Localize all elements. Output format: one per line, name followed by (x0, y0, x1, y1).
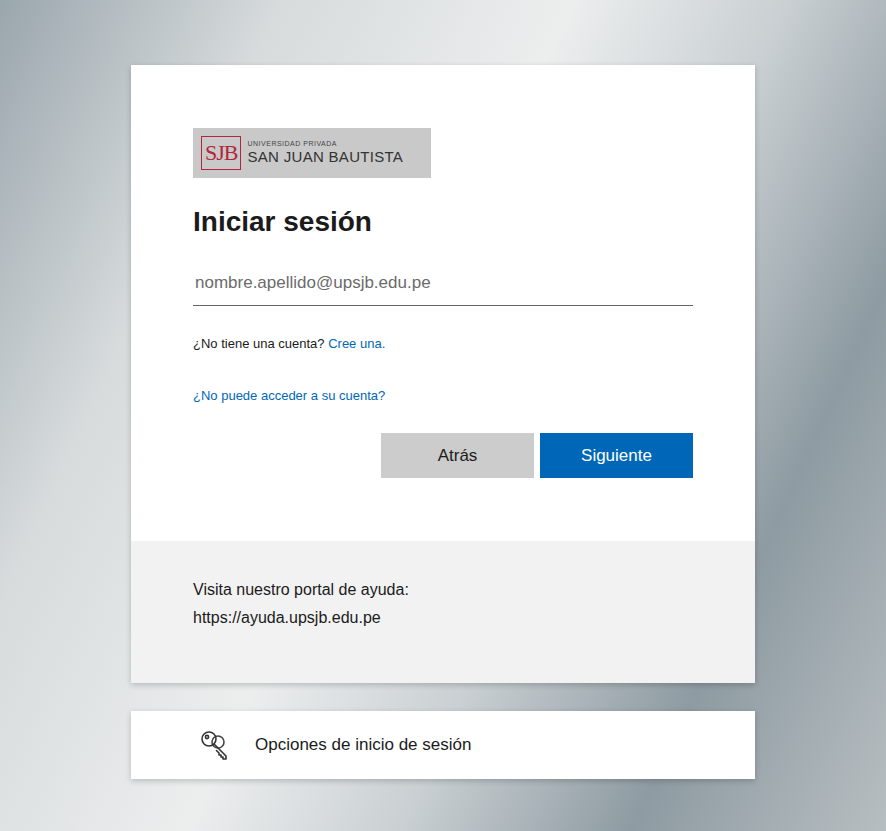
email-input[interactable] (193, 260, 693, 306)
signin-options-label[interactable]: Opciones de inicio de sesión (255, 732, 471, 758)
button-row: AtrásSiguiente (193, 433, 693, 478)
background-photo: SJBUNIVERSIDAD PRIVADASAN JUAN BAUTISTAI… (0, 0, 886, 831)
cant-access-link[interactable]: ¿No puede acceder a su cuenta? (193, 388, 385, 403)
signin-options[interactable]: Opciones de inicio de sesión (131, 711, 755, 779)
key-icon (199, 729, 231, 761)
footer-line: Visita nuestro portal de ayuda: (193, 576, 693, 604)
help-line: ¿No puede acceder a su cuenta? (193, 386, 693, 406)
signin-form: SJBUNIVERSIDAD PRIVADASAN JUAN BAUTISTAI… (131, 65, 755, 541)
signin-title: Iniciar sesión (193, 204, 693, 240)
logo-text: UNIVERSIDAD PRIVADASAN JUAN BAUTISTA (247, 140, 403, 166)
signup-line: ¿No tiene una cuenta? Cree una. (193, 334, 693, 354)
create-account-link[interactable]: Cree una. (328, 336, 385, 351)
help-footer: Visita nuestro portal de ayuda:https://a… (131, 541, 755, 683)
university-logo: SJBUNIVERSIDAD PRIVADASAN JUAN BAUTISTA (193, 128, 431, 178)
back-button[interactable]: Atrás (381, 433, 534, 478)
signup-prompt: ¿No tiene una cuenta? (193, 336, 325, 351)
logo-name: SAN JUAN BAUTISTA (247, 148, 403, 166)
logo-subtitle: UNIVERSIDAD PRIVADA (247, 140, 403, 148)
logo-mark: SJB (201, 136, 241, 170)
footer-line: https://ayuda.upsjb.edu.pe (193, 604, 693, 632)
next-button[interactable]: Siguiente (540, 433, 693, 478)
signin-panel: SJBUNIVERSIDAD PRIVADASAN JUAN BAUTISTAI… (131, 65, 755, 683)
